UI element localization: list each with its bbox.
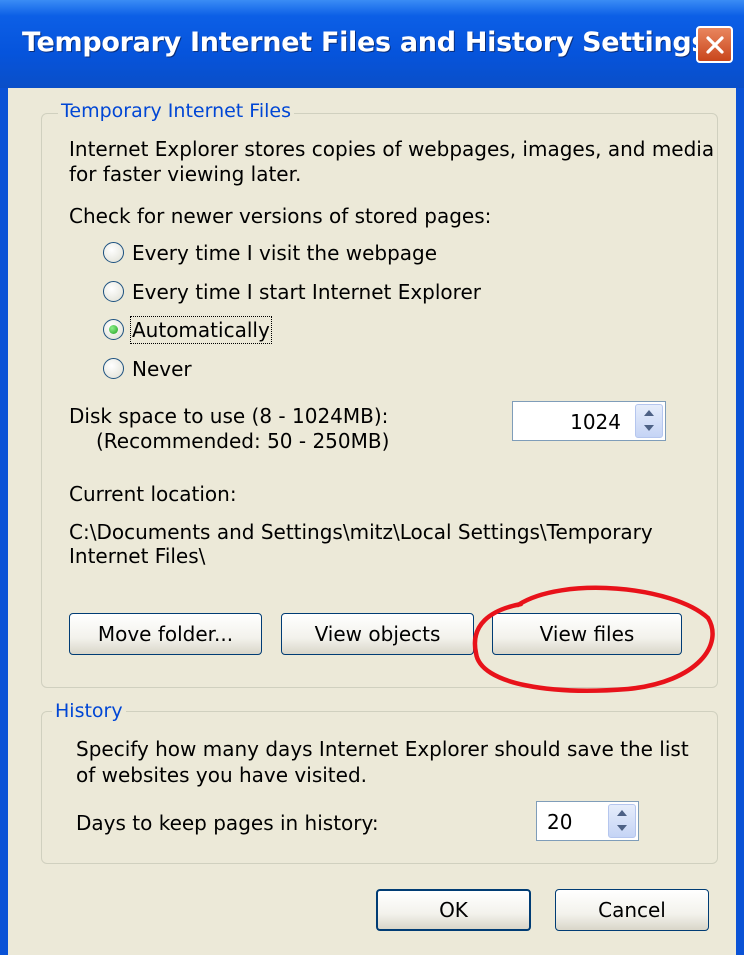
days-history-label: Days to keep pages in history: bbox=[76, 811, 379, 835]
current-location-label: Current location: bbox=[69, 482, 237, 506]
temp-files-group-label: Temporary Internet Files bbox=[58, 100, 294, 122]
days-history-spinner[interactable]: 20 bbox=[536, 801, 639, 841]
radio-automatically-label[interactable]: Automatically bbox=[130, 316, 272, 344]
close-button[interactable] bbox=[696, 26, 733, 63]
location-path-2: Internet Files\ bbox=[69, 544, 206, 568]
radio-selected-dot bbox=[109, 325, 118, 334]
view-files-button[interactable]: View files bbox=[492, 613, 682, 655]
history-description-1: Specify how many days Internet Explorer … bbox=[76, 737, 689, 761]
radio-every-start-label[interactable]: Every time I start Internet Explorer bbox=[132, 280, 481, 304]
window-title: Temporary Internet Files and History Set… bbox=[22, 27, 708, 58]
radio-never-label[interactable]: Never bbox=[132, 357, 192, 381]
disk-space-value[interactable]: 1024 bbox=[570, 410, 621, 434]
radio-every-visit[interactable] bbox=[103, 242, 124, 263]
disk-space-label: Disk space to use (8 - 1024MB): bbox=[69, 404, 389, 428]
spinner-arrows-icon[interactable] bbox=[635, 404, 663, 438]
dialog-window: Temporary Internet Files and History Set… bbox=[0, 0, 744, 955]
location-path-1: C:\Documents and Settings\mitz\Local Set… bbox=[69, 520, 653, 544]
title-bar[interactable]: Temporary Internet Files and History Set… bbox=[0, 0, 744, 88]
history-group-label: History bbox=[52, 700, 126, 722]
move-folder-button[interactable]: Move folder... bbox=[69, 613, 262, 655]
close-icon bbox=[706, 36, 724, 54]
ok-button[interactable]: OK bbox=[376, 889, 531, 931]
view-objects-button[interactable]: View objects bbox=[281, 613, 474, 655]
radio-never[interactable] bbox=[103, 358, 124, 379]
days-history-value[interactable]: 20 bbox=[547, 810, 572, 834]
disk-space-recommended: (Recommended: 50 - 250MB) bbox=[96, 429, 390, 453]
spinner-arrows-icon[interactable] bbox=[608, 804, 636, 838]
dialog-body: Temporary Internet Files Internet Explor… bbox=[8, 88, 736, 955]
disk-space-spinner[interactable]: 1024 bbox=[512, 401, 666, 441]
history-group bbox=[41, 711, 718, 864]
radio-every-visit-label[interactable]: Every time I visit the webpage bbox=[132, 241, 437, 265]
check-versions-label: Check for newer versions of stored pages… bbox=[69, 204, 492, 228]
history-description-2: of websites you have visited. bbox=[76, 763, 367, 787]
temp-files-description-2: for faster viewing later. bbox=[69, 162, 302, 186]
temp-files-description-1: Internet Explorer stores copies of webpa… bbox=[69, 137, 715, 161]
radio-every-start[interactable] bbox=[103, 281, 124, 302]
radio-automatically[interactable] bbox=[103, 319, 124, 340]
cancel-button[interactable]: Cancel bbox=[555, 889, 709, 931]
